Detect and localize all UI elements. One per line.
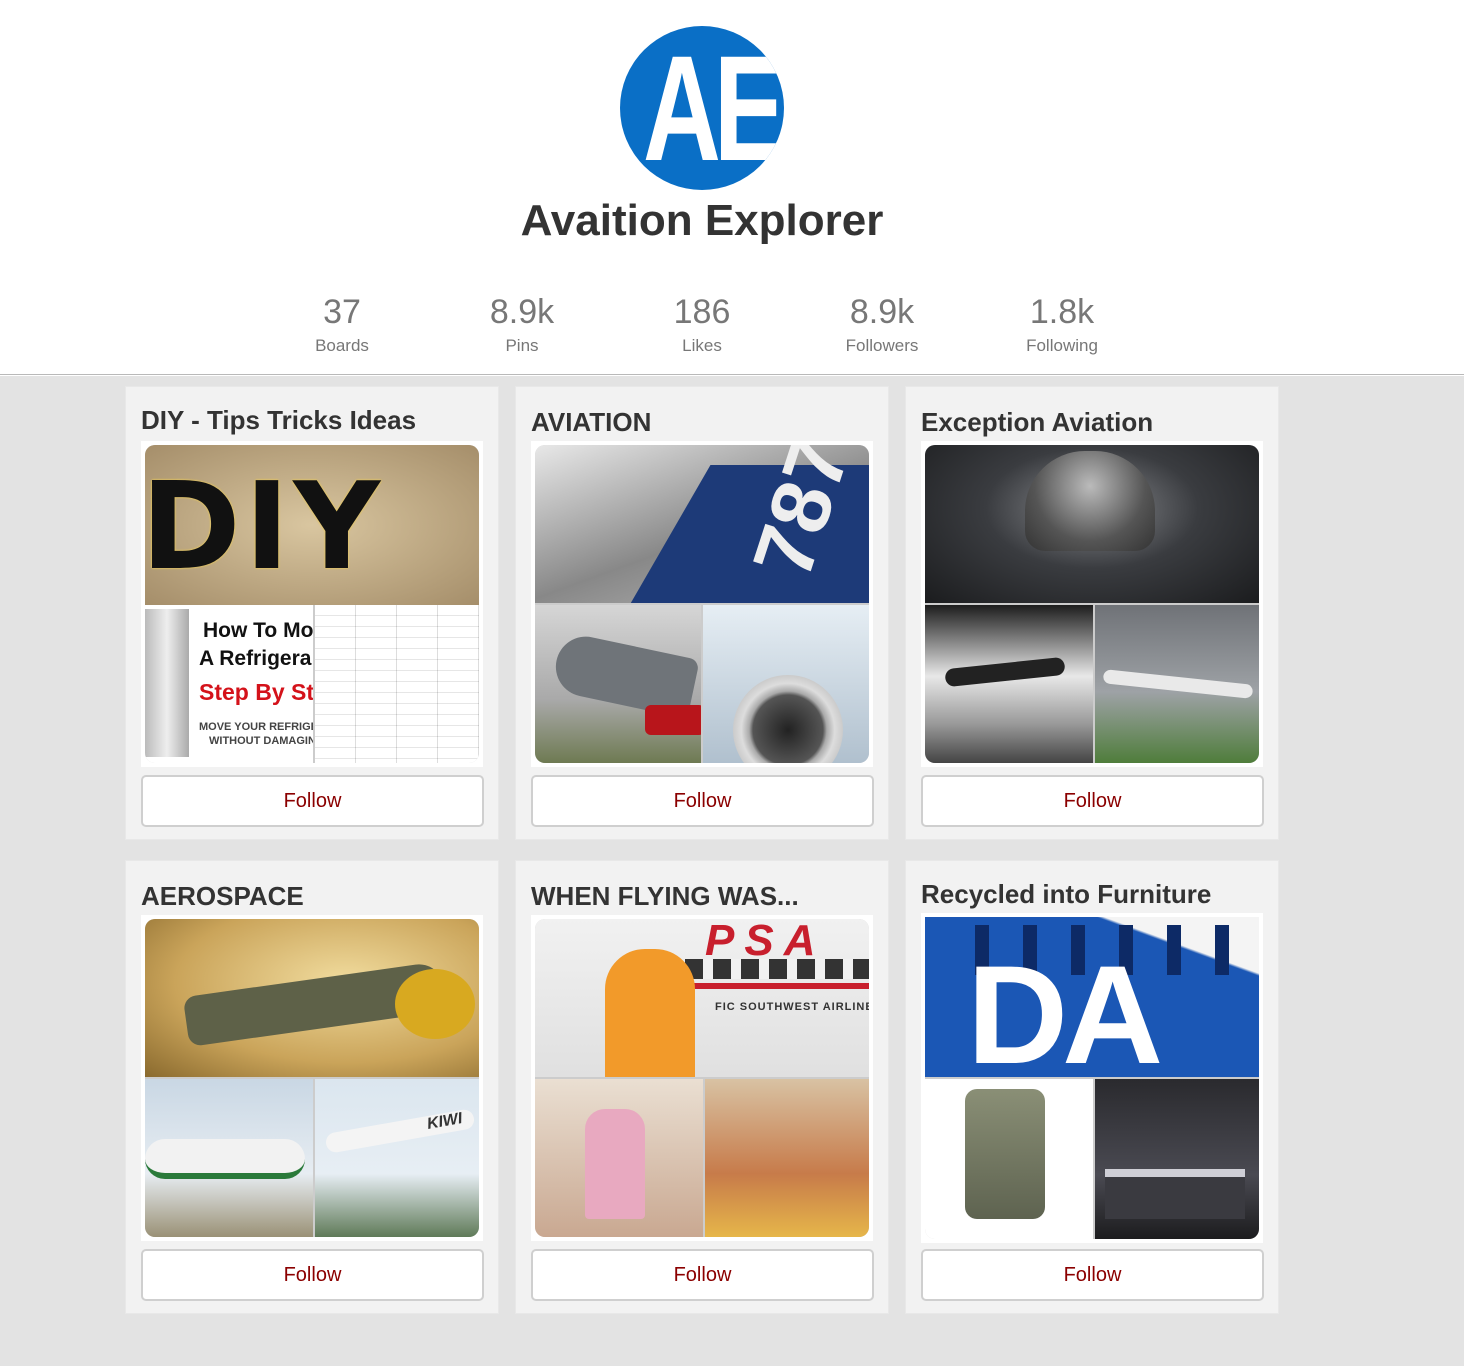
stat-label: Followers — [845, 336, 919, 355]
profile-header: AE Avaition Explorer 37 Boards 8.9k Pins… — [0, 0, 1464, 375]
stat-value: 8.9k — [849, 293, 915, 331]
pan-am-letters: DA — [967, 936, 1163, 1078]
stat-value: 8.9k — [489, 293, 555, 331]
cover-image-diy: DIY — [145, 445, 479, 605]
board-cover[interactable]: DA — [921, 913, 1263, 1243]
follow-button[interactable]: Follow — [141, 1249, 484, 1301]
stat-label: Pins — [505, 336, 539, 355]
bw-jet-shape — [944, 656, 1066, 688]
board-card-exception-aviation[interactable]: Exception Aviation Follow — [905, 386, 1279, 840]
refrigerator-text-4: MOVE YOUR REFRIGEF — [199, 721, 313, 733]
profile-name: Avaition Explorer — [520, 196, 884, 245]
cover-image-stairs — [535, 1079, 703, 1237]
cover-image-kiwi: KIWI — [315, 1079, 479, 1237]
stat-boards[interactable]: 37 Boards — [252, 292, 432, 356]
stat-value: 1.8k — [1029, 293, 1095, 331]
board-cover[interactable]: DIY How To Mo A Refrigera Step By St MOV… — [141, 441, 483, 767]
psa-logo-text: PSA — [705, 919, 826, 965]
refrigerator-text-5: WITHOUT DAMAGIN — [209, 735, 313, 747]
board-title: Recycled into Furniture — [921, 879, 1212, 909]
board-card-aviation[interactable]: AVIATION 787 Follow — [515, 386, 889, 840]
follow-button[interactable]: Follow — [141, 775, 484, 827]
cover-image-warbird — [145, 919, 479, 1077]
logo-letters: AE — [642, 26, 784, 190]
cover-image-747-landing — [1095, 605, 1259, 763]
cover-image-harrier-front — [925, 445, 1259, 603]
profile-stats: 37 Boards 8.9k Pins 186 Likes 8.9k Follo… — [252, 292, 1152, 362]
cover-image-psa: PSA FIC SOUTHWEST AIRLINES — [535, 919, 869, 1077]
engine-shape — [733, 675, 843, 763]
follow-button[interactable]: Follow — [921, 1249, 1264, 1301]
747-shape — [1102, 669, 1254, 699]
cover-image-alitalia — [145, 1079, 313, 1237]
stat-label: Following — [1026, 336, 1098, 355]
profile-logo[interactable]: AE — [620, 26, 784, 190]
diy-banner-text: DIY — [145, 458, 385, 597]
cover-image-fighter-jet — [535, 605, 701, 763]
cover-image-table — [315, 605, 479, 763]
warbird-nose-shape — [395, 969, 475, 1039]
psa-stripe — [685, 983, 869, 989]
alitalia-shape — [145, 1139, 305, 1179]
follow-button[interactable]: Follow — [921, 775, 1264, 827]
board-cover[interactable]: 787 — [531, 441, 873, 767]
cockpit-shape — [1025, 451, 1155, 551]
board-cover[interactable]: PSA FIC SOUTHWEST AIRLINES — [531, 915, 873, 1241]
board-card-recycled-furniture[interactable]: Recycled into Furniture DA Follow — [905, 860, 1279, 1314]
stat-pins[interactable]: 8.9k Pins — [432, 292, 612, 356]
board-cover[interactable]: KIWI — [141, 915, 483, 1241]
board-card-diy[interactable]: DIY - Tips Tricks Ideas DIY How To Mo A … — [125, 386, 499, 840]
stat-likes[interactable]: 186 Likes — [612, 292, 792, 356]
cover-image-bw-jet — [925, 605, 1093, 763]
cover-image-airliner-engine — [703, 605, 869, 763]
board-title: DIY - Tips Tricks Ideas — [141, 405, 417, 435]
board-title: WHEN FLYING WAS... — [531, 881, 799, 911]
board-cover[interactable] — [921, 441, 1263, 767]
cover-image-cabin — [705, 1079, 869, 1237]
board-title: Exception Aviation — [921, 407, 1154, 437]
stat-followers[interactable]: 8.9k Followers — [792, 292, 972, 356]
stewardess-figure — [605, 949, 695, 1077]
stat-value: 37 — [323, 293, 361, 331]
psa-livery-text: FIC SOUTHWEST AIRLINES — [715, 1001, 869, 1013]
boards-grid: DIY - Tips Tricks Ideas DIY How To Mo A … — [0, 376, 1464, 1366]
board-title: AEROSPACE — [141, 881, 304, 911]
cover-image-bedroom — [1095, 1079, 1259, 1239]
stat-following[interactable]: 1.8k Following — [972, 292, 1152, 356]
board-card-aerospace[interactable]: AEROSPACE KIWI Follow — [125, 860, 499, 1314]
board-card-when-flying-was[interactable]: WHEN FLYING WAS... PSA FIC SOUTHWEST AIR… — [515, 860, 889, 1314]
pink-suit-figure — [585, 1109, 645, 1219]
stat-label: Likes — [682, 336, 722, 355]
refrigerator-text-3: Step By St — [199, 679, 313, 705]
cover-image-pan-am-fuselage: DA — [925, 917, 1259, 1077]
follow-button[interactable]: Follow — [531, 775, 874, 827]
refrigerator-text-1: How To Mo — [203, 619, 313, 642]
jet-red-detail — [645, 705, 701, 735]
cover-image-ejection-seat — [925, 1079, 1093, 1239]
cover-image-refrigerator: How To Mo A Refrigera Step By St MOVE YO… — [145, 605, 313, 763]
stat-value: 186 — [673, 293, 731, 331]
bed-shape — [1105, 1169, 1245, 1219]
refrigerator-shape — [145, 609, 189, 757]
psa-windows — [685, 959, 869, 979]
board-title: AVIATION — [531, 407, 652, 437]
seat-shape — [965, 1089, 1045, 1219]
cover-image-787-tail: 787 — [535, 445, 869, 603]
refrigerator-text-2: A Refrigera — [199, 647, 312, 670]
stat-label: Boards — [315, 336, 369, 355]
follow-button[interactable]: Follow — [531, 1249, 874, 1301]
